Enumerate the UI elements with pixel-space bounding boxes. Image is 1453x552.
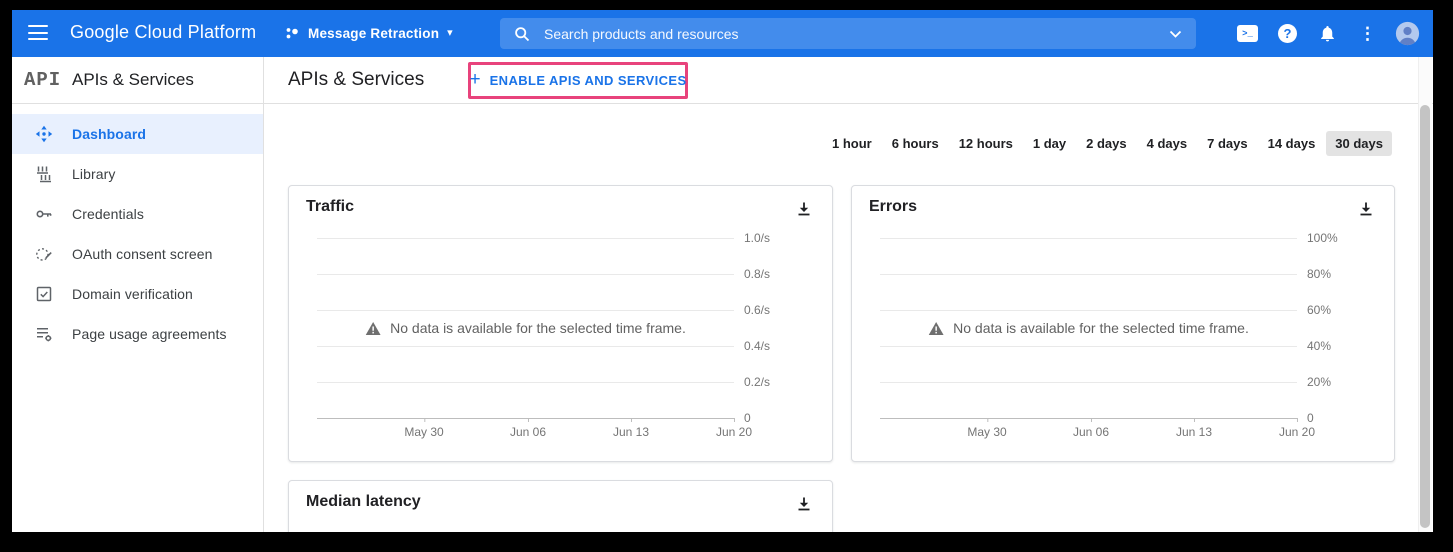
- topbar-actions: >_ ? ⋮: [1235, 10, 1420, 57]
- chevron-down-icon[interactable]: [1169, 30, 1182, 38]
- project-selector[interactable]: Message Retraction ▾: [285, 21, 453, 46]
- time-range-selector: 1 hour 6 hours 12 hours 1 day 2 days 4 d…: [821, 131, 1392, 156]
- sidebar-divider: [263, 57, 264, 532]
- sidebar-item-page-usage-agreements[interactable]: Page usage agreements: [12, 314, 263, 354]
- time-range-option-selected[interactable]: 30 days: [1326, 131, 1392, 156]
- errors-card: Errors 100% 80% 60% 40% 20% 0 May 30 Jun…: [851, 185, 1395, 462]
- avatar[interactable]: [1395, 21, 1420, 46]
- y-tick-label: 0.4/s: [744, 339, 770, 353]
- sidebar-item-credentials[interactable]: Credentials: [12, 194, 263, 234]
- y-tick-label: 0: [1307, 411, 1314, 425]
- sidebar-item-library[interactable]: Library: [12, 154, 263, 194]
- sidebar-item-label: OAuth consent screen: [72, 246, 213, 262]
- search-icon: [514, 26, 530, 42]
- errors-plot-area: 100% 80% 60% 40% 20% 0 May 30 Jun 06 Jun…: [880, 238, 1297, 419]
- help-icon[interactable]: ?: [1275, 21, 1300, 46]
- checkbox-icon: [34, 285, 54, 303]
- y-tick-label: 100%: [1307, 231, 1338, 245]
- no-data-message: No data is available for the selected ti…: [928, 320, 1249, 336]
- sidebar-item-label: Domain verification: [72, 286, 193, 302]
- brand-title: Google Cloud Platform: [70, 22, 256, 43]
- sidebar-item-dashboard[interactable]: Dashboard: [12, 114, 263, 154]
- time-range-option[interactable]: 12 hours: [950, 131, 1022, 156]
- search-bar[interactable]: [500, 18, 1196, 49]
- no-data-message: No data is available for the selected ti…: [365, 320, 686, 336]
- y-tick-label: 0.2/s: [744, 375, 770, 389]
- chart-title: Median latency: [306, 493, 421, 511]
- time-range-option[interactable]: 2 days: [1077, 131, 1135, 156]
- x-tick-label: Jun 20: [1279, 425, 1315, 439]
- browser-viewport: Google Cloud Platform Message Retraction…: [12, 10, 1433, 532]
- sidebar-item-label: Credentials: [72, 206, 144, 222]
- traffic-plot-area: 1.0/s 0.8/s 0.6/s 0.4/s 0.2/s 0 May 30 J…: [317, 238, 734, 419]
- download-icon[interactable]: [794, 199, 814, 219]
- y-tick-label: 0: [744, 411, 751, 425]
- x-tick-label: Jun 06: [510, 425, 546, 439]
- warning-icon: [365, 322, 380, 335]
- cloud-shell-icon[interactable]: >_: [1235, 21, 1260, 46]
- more-vert-icon[interactable]: ⋮: [1355, 21, 1380, 46]
- library-icon: [34, 165, 54, 183]
- project-name: Message Retraction: [308, 26, 439, 41]
- time-range-option[interactable]: 7 days: [1198, 131, 1256, 156]
- chart-title: Traffic: [306, 198, 354, 216]
- y-tick-label: 20%: [1307, 375, 1331, 389]
- notifications-bell-icon[interactable]: [1315, 21, 1340, 46]
- scrollbar-thumb[interactable]: [1420, 105, 1430, 528]
- oauth-consent-icon: [34, 245, 54, 263]
- top-app-bar: Google Cloud Platform Message Retraction…: [12, 10, 1433, 57]
- time-range-option[interactable]: 4 days: [1138, 131, 1196, 156]
- chart-title: Errors: [869, 198, 917, 216]
- menu-icon[interactable]: [28, 25, 48, 41]
- enable-apis-button-label: ENABLE APIS AND SERVICES: [490, 73, 687, 88]
- x-tick-label: May 30: [404, 425, 443, 439]
- sidebar-item-label: Dashboard: [72, 126, 146, 142]
- vertical-scrollbar[interactable]: [1418, 57, 1432, 532]
- x-tick-label: Jun 13: [613, 425, 649, 439]
- y-tick-label: 0.8/s: [744, 267, 770, 281]
- sidebar-title: APIs & Services: [72, 70, 194, 90]
- page-header: API APIs & Services APIs & Services + EN…: [12, 57, 1433, 104]
- sidebar-item-domain-verification[interactable]: Domain verification: [12, 274, 263, 314]
- time-range-option[interactable]: 14 days: [1259, 131, 1325, 156]
- x-tick-label: Jun 06: [1073, 425, 1109, 439]
- x-tick-label: May 30: [967, 425, 1006, 439]
- traffic-card: Traffic 1.0/s 0.8/s 0.6/s 0.4/s 0.2/s 0 …: [288, 185, 833, 462]
- sidebar-item-oauth-consent-screen[interactable]: OAuth consent screen: [12, 234, 263, 274]
- plus-icon: +: [469, 70, 480, 89]
- sidebar-item-label: Page usage agreements: [72, 326, 227, 342]
- sidebar-item-label: Library: [72, 166, 116, 182]
- sidebar-nav: Dashboard Library Credentials: [12, 104, 263, 532]
- caret-down-icon: ▾: [447, 28, 453, 39]
- search-input[interactable]: [542, 25, 1169, 43]
- y-tick-label: 0.6/s: [744, 303, 770, 317]
- list-gear-icon: [34, 325, 54, 343]
- y-tick-label: 60%: [1307, 303, 1331, 317]
- download-icon[interactable]: [794, 494, 814, 514]
- time-range-option[interactable]: 6 hours: [883, 131, 948, 156]
- median-latency-card: Median latency: [288, 480, 833, 532]
- time-range-option[interactable]: 1 hour: [823, 131, 881, 156]
- enable-apis-button-annotated[interactable]: + ENABLE APIS AND SERVICES: [468, 62, 688, 99]
- x-tick-label: Jun 20: [716, 425, 752, 439]
- project-icon: [285, 26, 300, 41]
- x-tick-label: Jun 13: [1176, 425, 1212, 439]
- y-tick-label: 40%: [1307, 339, 1331, 353]
- warning-icon: [928, 322, 943, 335]
- y-tick-label: 1.0/s: [744, 231, 770, 245]
- time-range-option[interactable]: 1 day: [1024, 131, 1075, 156]
- api-logo: API: [24, 69, 61, 91]
- key-icon: [34, 205, 54, 223]
- y-tick-label: 80%: [1307, 267, 1331, 281]
- download-icon[interactable]: [1356, 199, 1376, 219]
- page-title: APIs & Services: [288, 69, 424, 91]
- dashboard-icon: [34, 125, 54, 143]
